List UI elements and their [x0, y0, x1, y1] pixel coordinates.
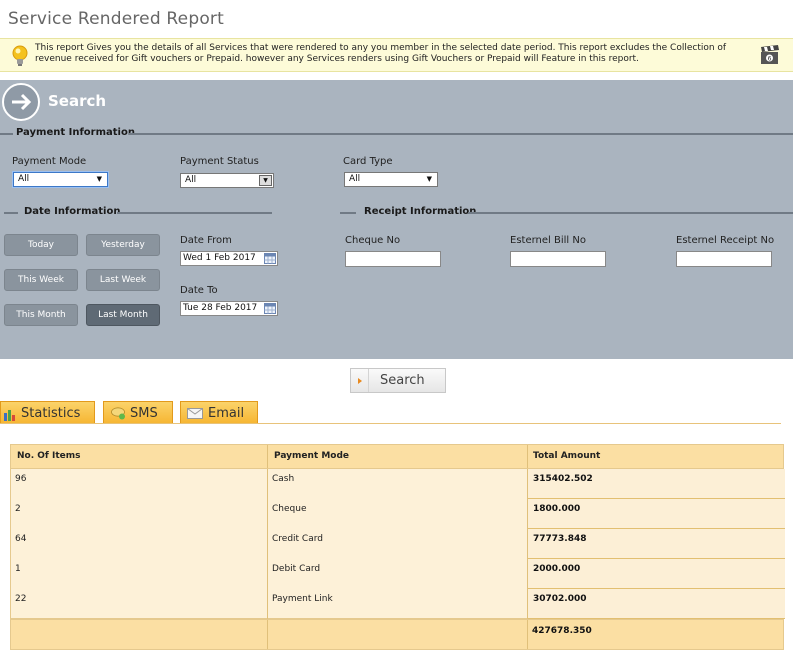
cell-amount-value: 77773.848 — [533, 534, 587, 544]
last-week-button[interactable]: Last Week — [86, 269, 160, 291]
cell-amount-value: 1800.000 — [533, 504, 581, 514]
tab-divider — [0, 423, 781, 424]
svg-text:6: 6 — [768, 56, 772, 63]
sms-icon — [111, 407, 125, 420]
divider — [340, 212, 356, 214]
total-amount: 427678.350 — [532, 626, 592, 636]
yesterday-button[interactable]: Yesterday — [86, 234, 160, 256]
cell-amount-value: 30702.000 — [533, 594, 587, 604]
envelope-icon — [187, 408, 203, 419]
this-month-button[interactable]: This Month — [4, 304, 78, 326]
receipt-section-label: Receipt Information — [364, 206, 477, 217]
calendar-icon[interactable] — [264, 253, 276, 264]
today-button[interactable]: Today — [4, 234, 78, 256]
column-separator — [527, 445, 528, 468]
search-heading: Search — [48, 92, 107, 110]
cell-amount: 30702.000 — [528, 589, 785, 619]
cell-items: 96 — [15, 474, 27, 484]
chevron-down-icon: ▼ — [259, 175, 272, 186]
card-type-select[interactable]: All ▼ — [344, 172, 438, 187]
page-title: Service Rendered Report — [8, 9, 224, 29]
date-to-value: Tue 28 Feb 2017 — [183, 303, 258, 313]
table-row: 22 Payment Link 30702.000 — [11, 589, 785, 619]
tab-statistics-label: Statistics — [21, 406, 81, 421]
bar-chart-icon — [4, 410, 15, 421]
table-row: 1 Debit Card 2000.000 — [11, 559, 785, 589]
payment-mode-value: All — [18, 174, 30, 184]
tab-email-label: Email — [208, 406, 245, 421]
this-week-button[interactable]: This Week — [4, 269, 78, 291]
divider — [129, 133, 793, 135]
external-bill-label: Esternel Bill No — [510, 235, 586, 246]
header-items: No. Of Items — [17, 451, 81, 461]
chevron-down-icon: ▼ — [96, 175, 102, 183]
search-circle-icon — [2, 83, 40, 121]
cell-payment-mode: Debit Card — [272, 564, 321, 574]
cell-amount: 1800.000 — [528, 499, 785, 529]
payment-status-select[interactable]: All ▼ — [180, 173, 274, 188]
table-row: 2 Cheque 1800.000 — [11, 499, 785, 529]
date-from-input[interactable]: Wed 1 Feb 2017 — [180, 251, 278, 266]
external-receipt-input[interactable] — [676, 251, 772, 267]
card-type-value: All — [349, 174, 361, 184]
divider — [468, 212, 793, 214]
play-icon — [351, 369, 369, 392]
column-separator — [267, 445, 268, 468]
cell-items: 22 — [15, 594, 27, 604]
cell-amount-value: 2000.000 — [533, 564, 581, 574]
table-row: 64 Credit Card 77773.848 — [11, 529, 785, 559]
search-button[interactable]: Search — [350, 368, 446, 393]
info-text: This report Gives you the details of all… — [35, 43, 727, 64]
video-help-icon[interactable]: 6 — [759, 44, 781, 66]
cell-items: 2 — [15, 504, 21, 514]
cell-amount-value: 315402.502 — [533, 474, 593, 484]
payment-status-value: All — [185, 175, 197, 185]
last-month-button[interactable]: Last Month — [86, 304, 160, 326]
date-section-label: Date Information — [24, 206, 121, 217]
cell-items: 64 — [15, 534, 27, 544]
divider — [117, 212, 272, 214]
table-header: No. Of Items Payment Mode Total Amount — [10, 444, 784, 469]
external-receipt-label: Esternel Receipt No — [676, 235, 775, 246]
tab-statistics[interactable]: Statistics — [0, 401, 95, 424]
cell-payment-mode: Cash — [272, 474, 295, 484]
lightbulb-icon — [12, 45, 28, 66]
search-panel: Search Payment Information Payment Mode … — [0, 80, 793, 359]
column-separator — [527, 620, 528, 649]
payment-status-label: Payment Status — [180, 156, 259, 167]
date-from-value: Wed 1 Feb 2017 — [183, 253, 256, 263]
cell-items: 1 — [15, 564, 21, 574]
date-to-label: Date To — [180, 285, 218, 296]
chevron-down-icon: ▼ — [426, 175, 432, 183]
table-body: 96 Cash 315402.502 2 Cheque 1800.000 64 … — [10, 469, 785, 619]
cell-amount: 77773.848 — [528, 529, 785, 559]
divider — [4, 212, 18, 214]
cheque-no-label: Cheque No — [345, 235, 401, 246]
divider — [0, 133, 13, 135]
cell-payment-mode: Payment Link — [272, 594, 333, 604]
card-type-label: Card Type — [343, 156, 393, 167]
table-row: 96 Cash 315402.502 — [11, 469, 785, 499]
external-bill-input[interactable] — [510, 251, 606, 267]
search-button-label: Search — [380, 373, 425, 388]
payment-mode-select[interactable]: All ▼ — [13, 172, 108, 187]
cell-payment-mode: Credit Card — [272, 534, 323, 544]
tab-email[interactable]: Email — [180, 401, 258, 424]
header-total-amount: Total Amount — [533, 451, 601, 461]
cell-amount: 315402.502 — [528, 469, 785, 499]
table-total-row: 427678.350 — [10, 619, 784, 650]
payment-mode-label: Payment Mode — [12, 156, 87, 167]
info-bar: This report Gives you the details of all… — [0, 38, 793, 72]
cell-amount: 2000.000 — [528, 559, 785, 589]
cheque-no-input[interactable] — [345, 251, 441, 267]
column-separator — [267, 620, 268, 649]
tab-sms-label: SMS — [130, 406, 158, 421]
payment-section-label: Payment Information — [16, 127, 135, 138]
calendar-icon[interactable] — [264, 303, 276, 314]
header-payment-mode: Payment Mode — [274, 451, 350, 461]
tab-sms[interactable]: SMS — [103, 401, 173, 424]
cell-payment-mode: Cheque — [272, 504, 307, 514]
date-to-input[interactable]: Tue 28 Feb 2017 — [180, 301, 278, 316]
date-from-label: Date From — [180, 235, 232, 246]
